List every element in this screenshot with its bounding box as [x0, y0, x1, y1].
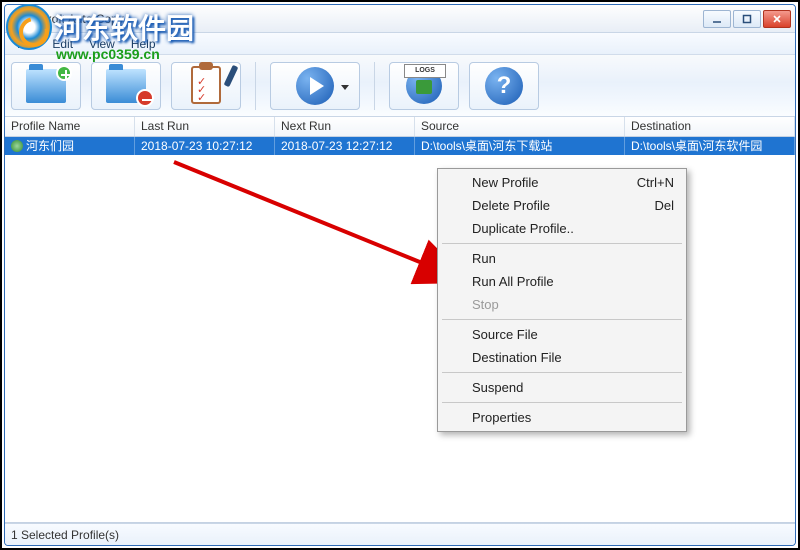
ctx-destination-file[interactable]: Destination File: [440, 346, 684, 369]
toolbar: ✓✓✓ ?: [5, 55, 795, 117]
help-icon: ?: [485, 67, 523, 105]
titlebar: Boxoft Auto Copy: [5, 5, 795, 33]
col-source[interactable]: Source: [415, 117, 625, 136]
menu-separator: [442, 319, 682, 320]
menu-separator: [442, 372, 682, 373]
column-header: Profile Name Last Run Next Run Source De…: [5, 117, 795, 137]
menubar: File Edit View Help: [5, 33, 795, 55]
col-destination[interactable]: Destination: [625, 117, 795, 136]
cell-last-run: 2018-07-23 10:27:12: [135, 137, 275, 155]
menu-file[interactable]: File: [9, 35, 44, 53]
logs-button[interactable]: [389, 62, 459, 110]
clipboard-icon: ✓✓✓: [191, 66, 221, 104]
menu-separator: [442, 243, 682, 244]
window-title: Boxoft Auto Copy: [31, 12, 703, 26]
ctx-delete-profile[interactable]: Delete ProfileDel: [440, 194, 684, 217]
table-row[interactable]: 河东们园 2018-07-23 10:27:12 2018-07-23 12:2…: [5, 137, 795, 155]
col-last-run[interactable]: Last Run: [135, 117, 275, 136]
context-menu: New ProfileCtrl+N Delete ProfileDel Dupl…: [437, 168, 687, 432]
maximize-button[interactable]: [733, 10, 761, 28]
ctx-duplicate-profile[interactable]: Duplicate Profile..: [440, 217, 684, 240]
help-button[interactable]: ?: [469, 62, 539, 110]
delete-profile-button[interactable]: [91, 62, 161, 110]
menu-help[interactable]: Help: [123, 35, 164, 53]
run-button[interactable]: [270, 62, 360, 110]
cell-next-run: 2018-07-23 12:27:12: [275, 137, 415, 155]
toolbar-separator: [255, 62, 256, 110]
new-profile-button[interactable]: [11, 62, 81, 110]
properties-button[interactable]: ✓✓✓: [171, 62, 241, 110]
cell-source: D:\tools\桌面\河东下载站: [415, 137, 625, 155]
cell-profile-name: 河东们园: [26, 137, 74, 155]
col-next-run[interactable]: Next Run: [275, 117, 415, 136]
ctx-properties[interactable]: Properties: [440, 406, 684, 429]
cell-destination: D:\tools\桌面\河东软件园: [625, 137, 795, 155]
app-icon: [9, 11, 25, 27]
ctx-run-all[interactable]: Run All Profile: [440, 270, 684, 293]
ctx-new-profile[interactable]: New ProfileCtrl+N: [440, 171, 684, 194]
status-text: 1 Selected Profile(s): [11, 528, 119, 542]
close-button[interactable]: [763, 10, 791, 28]
toolbar-separator: [374, 62, 375, 110]
logs-icon: [406, 68, 442, 104]
window-controls: [703, 10, 791, 28]
statusbar: 1 Selected Profile(s): [5, 523, 795, 545]
dropdown-caret-icon: [341, 85, 349, 90]
menu-view[interactable]: View: [81, 35, 123, 53]
menu-edit[interactable]: Edit: [44, 35, 81, 53]
ctx-source-file[interactable]: Source File: [440, 323, 684, 346]
minimize-button[interactable]: [703, 10, 731, 28]
col-profile-name[interactable]: Profile Name: [5, 117, 135, 136]
ctx-stop: Stop: [440, 293, 684, 316]
profile-status-icon: [11, 140, 23, 152]
ctx-run[interactable]: Run: [440, 247, 684, 270]
menu-separator: [442, 402, 682, 403]
ctx-suspend[interactable]: Suspend: [440, 376, 684, 399]
play-icon: [296, 67, 334, 105]
